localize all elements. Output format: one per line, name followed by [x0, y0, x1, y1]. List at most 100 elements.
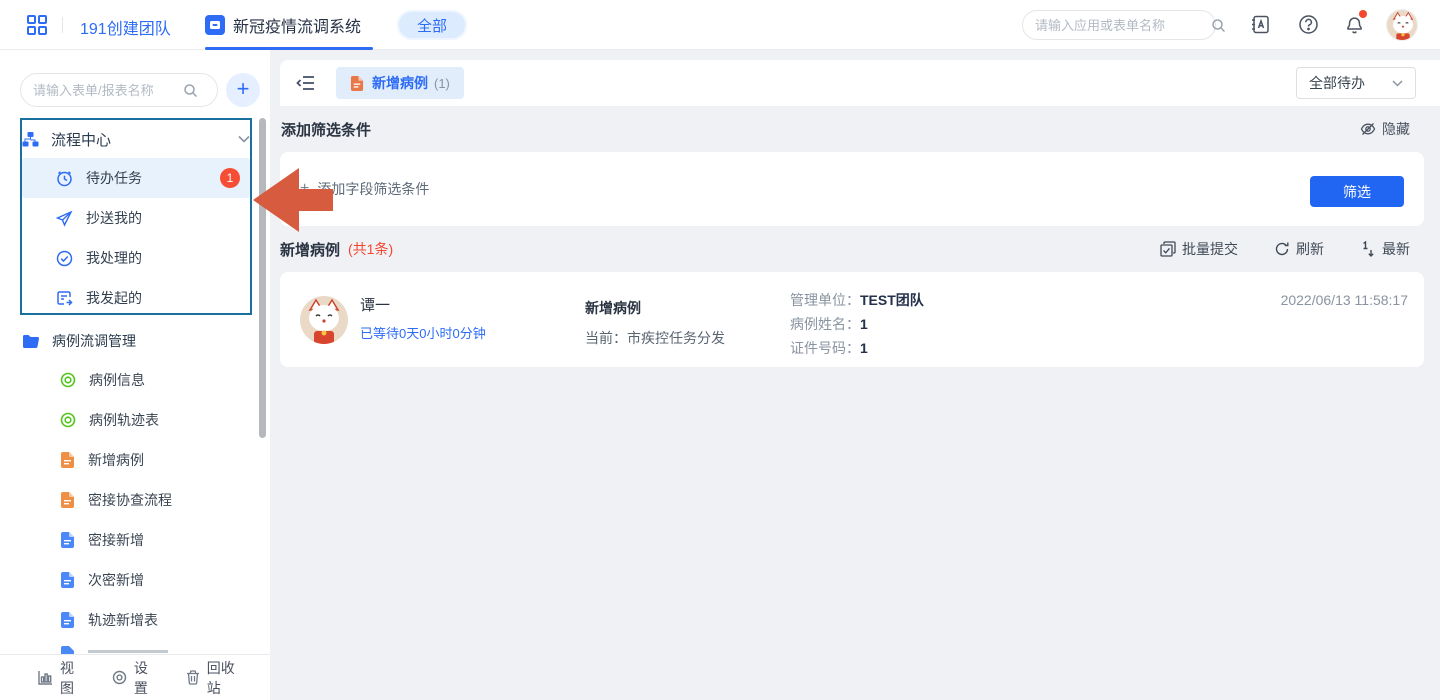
user-avatar[interactable] [1386, 9, 1418, 41]
field-value: TEST团队 [860, 292, 924, 308]
chevron-down-icon[interactable] [238, 135, 250, 143]
sidebar-item-todo-tasks[interactable]: 待办任务 1 [22, 158, 250, 198]
eye-off-icon [1360, 122, 1376, 136]
document-icon [60, 492, 75, 508]
chevron-down-icon [1392, 80, 1403, 87]
record-owner-name: 谭一 [360, 294, 390, 315]
todo-filter-value: 全部待办 [1309, 73, 1392, 93]
app-tab-label: 新冠疫情流调系统 [233, 13, 361, 37]
refresh-icon [1274, 241, 1290, 257]
nav-divider [62, 17, 63, 33]
sort-icon [1360, 241, 1376, 257]
send-icon [56, 210, 73, 227]
footer-item-label: 回收站 [207, 658, 236, 698]
section-label: 流程中心 [51, 129, 238, 150]
sidebar-item-case-info[interactable]: 病例信息 [22, 360, 250, 400]
app-tab[interactable]: 新冠疫情流调系统 [205, 0, 361, 50]
settings-button[interactable]: 设置 [112, 658, 152, 698]
tool-label: 刷新 [1296, 239, 1324, 259]
apps-grid-icon[interactable] [26, 14, 48, 36]
field-value: 1 [860, 340, 868, 356]
todo-record-row[interactable]: 谭一 已等待0天0小时0分钟 新增病例 当前：市疾控任务分发 管理单位：TEST… [280, 272, 1424, 367]
tool-label: 最新 [1382, 239, 1410, 259]
views-button[interactable]: 视图 [38, 658, 78, 698]
add-filter-condition-button[interactable]: + 添加字段筛选条件 [300, 179, 429, 199]
list-header: 新增病例 (共1条) 批量提交 [280, 226, 1424, 272]
sidebar-item-label: 我处理的 [86, 248, 250, 268]
global-search-input[interactable] [1035, 18, 1211, 33]
record-current-node: 当前：市疾控任务分发 [585, 328, 725, 348]
sidebar-section-process-center[interactable]: 流程中心 [22, 122, 250, 156]
form-search-input[interactable] [33, 83, 183, 98]
collapse-sidebar-icon[interactable] [296, 73, 316, 93]
sidebar-item-label: 我发起的 [86, 288, 250, 308]
sidebar-item-handled-by-me[interactable]: 我处理的 [22, 238, 250, 278]
sidebar-item-label: 密接协查流程 [88, 490, 172, 510]
field-label: 病例姓名： [790, 316, 860, 332]
open-view-tab-new-case[interactable]: 新增病例 (1) [336, 67, 464, 99]
sort-latest-button[interactable]: 最新 [1354, 239, 1410, 259]
document-icon [350, 76, 364, 91]
record-flow-name: 新增病例 [585, 298, 641, 318]
filter-apply-button[interactable]: 筛选 [1310, 176, 1404, 207]
batch-submit-button[interactable]: 批量提交 [1154, 239, 1238, 259]
sidebar-item-label: 抄送我的 [86, 208, 250, 228]
record-field: 病例姓名：1 [790, 312, 924, 336]
trash-icon [186, 670, 200, 685]
add-form-button[interactable]: + [226, 73, 260, 107]
view-tab-label: 新增病例 [372, 73, 428, 93]
sidebar-item-label: 轨迹新增表 [88, 610, 158, 630]
sidebar-item-close-contact-new[interactable]: 密接新增 [22, 520, 250, 560]
gear-icon [112, 670, 127, 685]
hide-label: 隐藏 [1382, 119, 1410, 139]
todo-filter-dropdown[interactable]: 全部待办 [1296, 67, 1416, 99]
sidebar: + 流程中心 待办任务 1 [0, 50, 270, 700]
document-icon [60, 572, 75, 588]
batch-check-icon [1160, 241, 1176, 257]
clipped-sidebar-item [0, 644, 258, 654]
search-icon [1211, 18, 1226, 33]
sidebar-item-started-by-me[interactable]: 我发起的 [22, 278, 250, 318]
sidebar-item-new-case[interactable]: 新增病例 [22, 440, 250, 480]
bell-icon[interactable] [1344, 13, 1365, 35]
sidebar-group-case-management[interactable]: 病例流调管理 [22, 325, 250, 357]
tool-label: 批量提交 [1182, 239, 1238, 259]
document-icon [60, 532, 75, 548]
filter-section-title: 添加筛选条件 [281, 119, 371, 140]
sidebar-footer: 视图 设置 回收站 [0, 654, 270, 700]
doc-send-icon [56, 290, 73, 307]
sidebar-item-label: 病例信息 [89, 370, 145, 390]
sidebar-item-label: 待办任务 [86, 168, 220, 188]
sidebar-item-secondary-contact-new[interactable]: 次密新增 [22, 560, 250, 600]
check-circle-icon [56, 250, 73, 267]
sidebar-item-label: 病例轨迹表 [89, 410, 159, 430]
sidebar-item-close-contact-flow[interactable]: 密接协查流程 [22, 480, 250, 520]
sidebar-item-case-track-table[interactable]: 病例轨迹表 [22, 400, 250, 440]
clock-icon [56, 170, 73, 187]
field-label: 管理单位： [790, 292, 860, 308]
help-icon[interactable] [1298, 14, 1319, 35]
document-icon [60, 452, 75, 468]
sidebar-item-track-new-table[interactable]: 轨迹新增表 [22, 600, 250, 640]
clipped-item-text [88, 650, 168, 653]
refresh-button[interactable]: 刷新 [1268, 239, 1324, 259]
global-search[interactable] [1022, 10, 1216, 40]
hide-filter-button[interactable]: 隐藏 [1354, 119, 1410, 139]
search-icon [183, 83, 198, 98]
active-tab-underline [205, 47, 373, 50]
sidebar-item-label: 次密新增 [88, 570, 144, 590]
top-navbar: 191创建团队 新冠疫情流调系统 全部 [0, 0, 1440, 50]
address-book-icon[interactable] [1250, 14, 1271, 35]
form-search[interactable] [20, 73, 218, 107]
sidebar-item-cc-to-me[interactable]: 抄送我的 [22, 198, 250, 238]
recycle-bin-button[interactable]: 回收站 [186, 658, 236, 698]
view-tab-count: (1) [434, 76, 450, 91]
app-root: 191创建团队 新冠疫情流调系统 全部 [0, 0, 1440, 700]
field-label: 证件号码： [790, 340, 860, 356]
sidebar-scrollbar[interactable] [259, 118, 266, 438]
plus-icon: + [300, 180, 309, 198]
team-name-link[interactable]: 191创建团队 [80, 15, 171, 39]
filter-card: + 添加字段筛选条件 筛选 [280, 152, 1424, 226]
all-apps-pill[interactable]: 全部 [397, 10, 467, 40]
footer-item-label: 设置 [134, 658, 152, 698]
